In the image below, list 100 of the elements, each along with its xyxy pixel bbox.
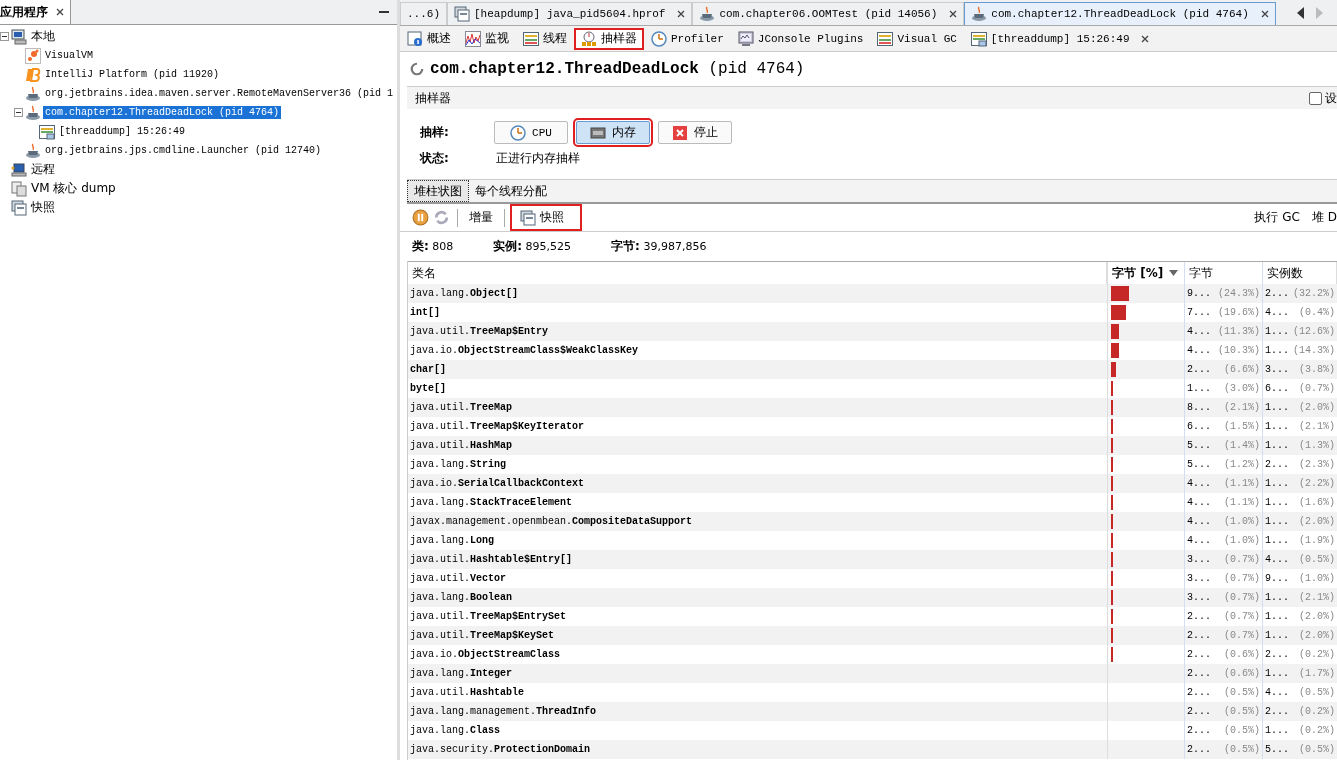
- table-cell: 2...: [1187, 706, 1211, 717]
- tree-item[interactable]: 本地: [29, 27, 57, 46]
- table-cell: (2.0%): [1299, 516, 1335, 527]
- table-cell-text: java.util.TreeMap$KeySet: [409, 629, 556, 643]
- table-cell: 2...: [1265, 706, 1289, 717]
- table-cell: (0.5%): [1299, 554, 1335, 565]
- snapshot-button[interactable]: 快照: [512, 206, 580, 229]
- table-cell-text: java.lang.Class: [409, 724, 502, 738]
- clock-icon: [651, 30, 667, 47]
- table-cell: 1...: [1265, 611, 1289, 622]
- table-cell: (3.0%): [1224, 383, 1260, 394]
- sampling-button[interactable]: 停止: [658, 121, 732, 144]
- sampling-button[interactable]: 内存: [576, 121, 650, 144]
- document-tab[interactable]: com.chapter06.OOMTest (pid 14056): [692, 2, 965, 25]
- sort-descending-icon[interactable]: [1169, 270, 1179, 276]
- table-cell: 1...: [1265, 440, 1289, 451]
- table-cell-text: java.util.TreeMap$Entry: [409, 325, 550, 339]
- panel-title: 应用程序: [0, 3, 48, 21]
- table-cell: (1.0%): [1299, 573, 1335, 584]
- monitor-icon: [737, 30, 754, 47]
- table-cell: (0.7%): [1224, 630, 1260, 641]
- view-tab[interactable]: 抽样器: [574, 27, 644, 50]
- tree-item[interactable]: org.jetbrains.idea.maven.server.RemoteMavenServer36 (pid 1: [43, 87, 396, 100]
- table-cell-text: java.util.Hashtable$Entry[]: [409, 553, 574, 567]
- table-cell: 3...: [1187, 554, 1211, 565]
- close-icon[interactable]: [677, 10, 686, 18]
- table-cell: 3...: [1187, 592, 1211, 603]
- sampling-label: 抽样:: [420, 124, 450, 141]
- table-cell: 2...: [1265, 459, 1289, 470]
- settings-checkbox[interactable]: [1309, 91, 1322, 105]
- table-cell: (0.7%): [1224, 592, 1260, 603]
- pause-icon[interactable]: [412, 209, 429, 226]
- panel-tab[interactable]: 应用程序: [0, 0, 71, 24]
- close-icon[interactable]: [1260, 10, 1269, 18]
- tree-item[interactable]: 快照: [29, 198, 57, 217]
- document-tab[interactable]: ...6): [400, 2, 447, 25]
- document-tab[interactable]: com.chapter12.ThreadDeadLock (pid 4764): [964, 2, 1276, 25]
- statistic: 字节: 39,987,856: [611, 238, 707, 255]
- table-icon: [970, 30, 987, 47]
- tree-item[interactable]: org.jetbrains.jps.cmdline.Launcher (pid 12740): [43, 144, 324, 157]
- view-tab[interactable]: 线程: [516, 27, 574, 50]
- table-cell: 2...: [1187, 630, 1211, 641]
- tree-item[interactable]: VM 核心 dump: [29, 179, 118, 198]
- table-cell: 2...: [1187, 687, 1211, 698]
- table-cell: (1.0%): [1224, 516, 1260, 527]
- table-cell: 2...: [1187, 364, 1211, 375]
- table-cell: 1...: [1187, 383, 1211, 394]
- result-tab[interactable]: 堆柱状图: [407, 180, 469, 202]
- table-cell-text: java.util.Vector: [409, 572, 508, 586]
- table-cell-text: java.lang.StackTraceElement: [409, 496, 574, 510]
- heap-dump-button[interactable]: 堆 D: [1307, 207, 1337, 228]
- table-icon: [523, 30, 539, 47]
- table-cell: 7...: [1187, 307, 1211, 318]
- table-cell-text: java.lang.String: [409, 458, 508, 472]
- table-cell: 5...: [1187, 459, 1211, 470]
- close-icon[interactable]: [1141, 34, 1150, 43]
- tree-item[interactable]: com.chapter12.ThreadDeadLock (pid 4764): [43, 106, 282, 119]
- tree-item[interactable]: 远程: [29, 160, 57, 179]
- gc-button[interactable]: 执行 GC: [1250, 207, 1304, 228]
- document-tab[interactable]: [heapdump] java_pid5604.hprof: [447, 2, 693, 25]
- table-cell: (1.6%): [1299, 497, 1335, 508]
- table-cell: (3.8%): [1299, 364, 1335, 375]
- collapse-icon[interactable]: [14, 108, 23, 117]
- table-cell: (1.4%): [1224, 440, 1260, 451]
- table-cell: (2.2%): [1299, 478, 1335, 489]
- view-tab[interactable]: 概述: [400, 27, 458, 50]
- table-cell-text: java.util.TreeMap: [409, 401, 514, 415]
- table-cell: 1...: [1265, 630, 1289, 641]
- delta-button[interactable]: 增量: [465, 207, 497, 228]
- result-tab[interactable]: 每个线程分配: [469, 180, 553, 202]
- view-tab[interactable]: Visual GC: [870, 27, 964, 50]
- brand-icon: [25, 66, 41, 83]
- table-cell-text: java.lang.Object[]: [409, 287, 520, 301]
- tree-item[interactable]: VisualVM: [43, 49, 95, 62]
- view-tab[interactable]: 监视: [458, 27, 516, 50]
- table-cell: 1...: [1265, 478, 1289, 489]
- chart-icon: [465, 30, 481, 47]
- table-cell: (0.5%): [1224, 744, 1260, 755]
- stop-icon: [672, 124, 688, 141]
- view-tab[interactable]: JConsole Plugins: [730, 27, 871, 50]
- table-cell: (0.7%): [1224, 554, 1260, 565]
- close-icon[interactable]: [56, 8, 64, 16]
- table-cell: 2...: [1187, 611, 1211, 622]
- scroll-left-icon[interactable]: [1297, 6, 1305, 19]
- computer-icon: [11, 28, 27, 45]
- table-cell: 4...: [1265, 307, 1289, 318]
- loading-spinner-icon: [410, 62, 424, 76]
- table-cell: 9...: [1187, 288, 1211, 299]
- documents-icon: [11, 180, 27, 197]
- close-icon[interactable]: [949, 10, 958, 18]
- table-cell: 2...: [1187, 744, 1211, 755]
- view-tab[interactable]: [threaddump] 15:26:49: [963, 27, 1157, 50]
- collapse-icon[interactable]: [0, 32, 9, 41]
- molecule-icon: [25, 47, 41, 64]
- tree-item[interactable]: [threaddump] 15:26:49: [57, 125, 188, 138]
- tree-item[interactable]: IntelliJ Platform (pid 11920): [43, 68, 222, 81]
- table-cell: (0.2%): [1299, 649, 1335, 660]
- table-cell: (11.3%): [1218, 326, 1260, 337]
- view-tab[interactable]: Profiler: [644, 27, 731, 50]
- sampling-button[interactable]: CPU: [494, 121, 568, 144]
